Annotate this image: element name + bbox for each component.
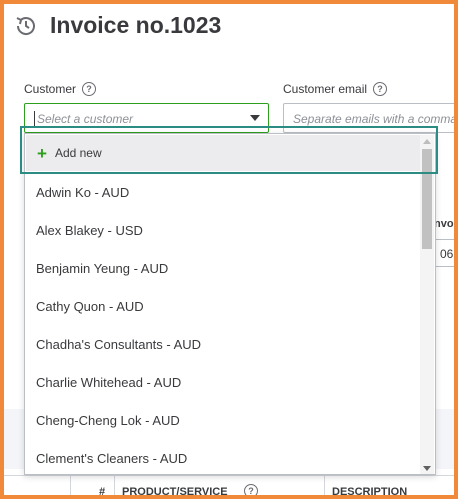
clock-icon[interactable] xyxy=(14,14,38,38)
customer-email-label: Customer email ? xyxy=(283,82,388,96)
help-icon[interactable]: ? xyxy=(244,484,258,495)
invoice-page: Invoice no.1023 Customer ? Customer emai… xyxy=(4,4,454,495)
customer-label: Customer ? xyxy=(24,82,97,96)
customer-email-label-text: Customer email xyxy=(283,82,368,96)
customer-email-input[interactable]: Separate emails with a comma xyxy=(283,103,454,133)
customer-dropdown: + Add new Adwin Ko - AUD Alex Blakey - U… xyxy=(24,133,436,475)
customer-option[interactable]: Cheng-Cheng Lok - AUD xyxy=(36,413,180,428)
customer-select[interactable]: Select a customer xyxy=(24,103,269,133)
customer-option[interactable]: Cathy Quon - AUD xyxy=(36,299,144,314)
scroll-down-arrow-icon[interactable] xyxy=(423,466,431,471)
text-cursor xyxy=(34,111,35,126)
column-divider xyxy=(70,476,71,495)
column-header-product: PRODUCT/SERVICE xyxy=(122,486,228,495)
chevron-down-icon[interactable] xyxy=(250,115,260,121)
customer-option[interactable]: Alex Blakey - USD xyxy=(36,223,143,238)
column-header-description: DESCRIPTION xyxy=(332,486,408,495)
customer-option[interactable]: Charlie Whitehead - AUD xyxy=(36,375,181,390)
dropdown-scrollbar[interactable] xyxy=(420,135,434,474)
page-title: Invoice no.1023 xyxy=(50,12,222,38)
help-icon[interactable]: ? xyxy=(373,82,388,96)
customer-option[interactable]: Clement's Cleaners - AUD xyxy=(36,451,187,466)
customer-option[interactable]: Chadha's Consultants - AUD xyxy=(36,337,201,352)
column-divider xyxy=(114,476,115,495)
column-header-number: # xyxy=(99,486,106,495)
line-items-table-header: # PRODUCT/SERVICE ? DESCRIPTION xyxy=(4,475,454,495)
scrollbar-thumb[interactable] xyxy=(422,149,432,249)
add-new-label: Add new xyxy=(54,146,102,160)
customer-email-placeholder: Separate emails with a comma xyxy=(293,112,454,126)
customer-option[interactable]: Benjamin Yeung - AUD xyxy=(36,261,168,276)
customer-option[interactable]: Adwin Ko - AUD xyxy=(36,185,129,200)
scroll-up-arrow-icon[interactable] xyxy=(423,139,431,144)
help-icon[interactable]: ? xyxy=(82,82,97,96)
plus-icon: + xyxy=(37,143,47,163)
customer-select-placeholder: Select a customer xyxy=(37,112,134,126)
add-new-option[interactable]: + Add new xyxy=(26,135,422,171)
customer-label-text: Customer xyxy=(24,82,77,96)
column-divider xyxy=(324,476,325,495)
